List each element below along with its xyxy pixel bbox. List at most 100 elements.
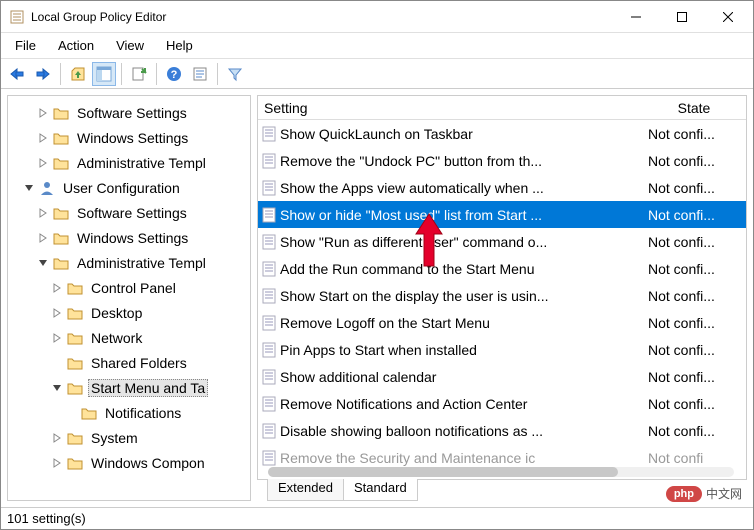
minimize-button[interactable]	[613, 2, 659, 32]
horizontal-scrollbar[interactable]	[268, 467, 734, 477]
list-row[interactable]: Remove Logoff on the Start MenuNot confi…	[258, 309, 746, 336]
expand-icon[interactable]	[38, 158, 52, 168]
status-text: 101 setting(s)	[7, 511, 86, 526]
properties-icon[interactable]	[188, 62, 212, 86]
list-row[interactable]: Show "Run as different user" command o..…	[258, 228, 746, 255]
list-row[interactable]: Show QuickLaunch on TaskbarNot confi...	[258, 120, 746, 147]
setting-state: Not confi...	[642, 369, 746, 385]
maximize-button[interactable]	[659, 2, 705, 32]
list-row[interactable]: Show Start on the display the user is us…	[258, 282, 746, 309]
filter-icon[interactable]	[223, 62, 247, 86]
collapse-icon[interactable]	[38, 258, 52, 268]
tree-pane[interactable]: Software Settings Windows Settings Adminis…	[7, 95, 251, 501]
menu-file[interactable]: File	[5, 35, 46, 56]
expand-icon[interactable]	[52, 283, 66, 293]
folder-icon	[66, 430, 84, 446]
folder-icon	[52, 130, 70, 146]
titlebar: Local Group Policy Editor	[1, 1, 753, 33]
tree-item[interactable]: Start Menu and Ta	[10, 375, 248, 400]
column-header-setting[interactable]: Setting	[258, 100, 642, 116]
tree-item[interactable]: Network	[10, 325, 248, 350]
tree-item-label: Software Settings	[74, 104, 190, 122]
menu-view[interactable]: View	[106, 35, 154, 56]
tree-item-label: Windows Settings	[74, 229, 191, 247]
up-level-icon[interactable]	[66, 62, 90, 86]
folder-icon	[66, 455, 84, 471]
close-button[interactable]	[705, 2, 751, 32]
list-row[interactable]: Remove the "Undock PC" button from th...…	[258, 147, 746, 174]
window-title: Local Group Policy Editor	[31, 10, 613, 24]
policy-item-icon	[260, 396, 278, 412]
setting-state: Not confi...	[642, 342, 746, 358]
setting-state: Not confi...	[642, 207, 746, 223]
tree-item-label: Windows Settings	[74, 129, 191, 147]
column-header-state[interactable]: State	[642, 100, 746, 116]
tree-item[interactable]: Shared Folders	[10, 350, 248, 375]
menu-action[interactable]: Action	[48, 35, 104, 56]
tree-item[interactable]: Desktop	[10, 300, 248, 325]
collapse-icon[interactable]	[52, 383, 66, 393]
expand-icon[interactable]	[52, 458, 66, 468]
tree-item-label: Shared Folders	[88, 354, 190, 372]
list-row[interactable]: Remove Notifications and Action CenterNo…	[258, 390, 746, 417]
tree-item[interactable]: Windows Settings	[10, 125, 248, 150]
folder-icon	[66, 330, 84, 346]
expand-icon[interactable]	[52, 308, 66, 318]
list-row[interactable]: Add the Run command to the Start MenuNot…	[258, 255, 746, 282]
policy-item-icon	[260, 315, 278, 331]
list-header: Setting State	[258, 96, 746, 120]
collapse-icon[interactable]	[24, 183, 38, 193]
tree-item[interactable]: Windows Compon	[10, 450, 248, 475]
expand-icon[interactable]	[38, 233, 52, 243]
tree-item[interactable]: Software Settings	[10, 100, 248, 125]
tree-item[interactable]: User Configuration	[10, 175, 248, 200]
help-icon[interactable]: ?	[162, 62, 186, 86]
setting-state: Not confi...	[642, 288, 746, 304]
setting-name: Show QuickLaunch on Taskbar	[278, 126, 642, 142]
tree-item[interactable]: Windows Settings	[10, 225, 248, 250]
tree-item[interactable]: Software Settings	[10, 200, 248, 225]
expand-icon[interactable]	[38, 108, 52, 118]
setting-name: Show the Apps view automatically when ..…	[278, 180, 642, 196]
list-row[interactable]: Show additional calendarNot confi...	[258, 363, 746, 390]
expand-icon[interactable]	[38, 133, 52, 143]
setting-state: Not confi...	[642, 180, 746, 196]
watermark: php 中文网	[666, 485, 742, 502]
list-row[interactable]: Disable showing balloon notifications as…	[258, 417, 746, 444]
policy-item-icon	[260, 153, 278, 169]
setting-name: Remove the Security and Maintenance ic	[278, 450, 642, 466]
toolbar-separator	[121, 63, 122, 85]
tree-item[interactable]: Administrative Templ	[10, 250, 248, 275]
tree-item[interactable]: System	[10, 425, 248, 450]
back-arrow-icon[interactable]	[5, 62, 29, 86]
setting-state: Not confi...	[642, 153, 746, 169]
expand-icon[interactable]	[38, 208, 52, 218]
tree-item-label: System	[88, 429, 141, 447]
tab-extended[interactable]: Extended	[267, 479, 344, 501]
folder-icon	[52, 105, 70, 121]
tree-item-label: Control Panel	[88, 279, 179, 297]
list-row[interactable]: Show the Apps view automatically when ..…	[258, 174, 746, 201]
tab-standard[interactable]: Standard	[343, 479, 418, 501]
folder-icon	[66, 305, 84, 321]
forward-arrow-icon[interactable]	[31, 62, 55, 86]
toolbar: ?	[1, 59, 753, 89]
list-row[interactable]: Pin Apps to Start when installedNot conf…	[258, 336, 746, 363]
expand-icon[interactable]	[52, 433, 66, 443]
tree-item[interactable]: Notifications	[10, 400, 248, 425]
watermark-badge: php	[666, 486, 702, 502]
tree-item-label: Windows Compon	[88, 454, 208, 472]
list-row[interactable]: Show or hide "Most used" list from Start…	[258, 201, 746, 228]
tree-item[interactable]: Control Panel	[10, 275, 248, 300]
show-tree-icon[interactable]	[92, 62, 116, 86]
setting-state: Not confi...	[642, 315, 746, 331]
expand-icon[interactable]	[52, 333, 66, 343]
setting-state: Not confi...	[642, 234, 746, 250]
export-list-icon[interactable]	[127, 62, 151, 86]
menu-help[interactable]: Help	[156, 35, 203, 56]
scrollbar-thumb[interactable]	[268, 467, 618, 477]
setting-name: Show Start on the display the user is us…	[278, 288, 642, 304]
folder-icon	[52, 255, 70, 271]
setting-name: Show additional calendar	[278, 369, 642, 385]
tree-item[interactable]: Administrative Templ	[10, 150, 248, 175]
